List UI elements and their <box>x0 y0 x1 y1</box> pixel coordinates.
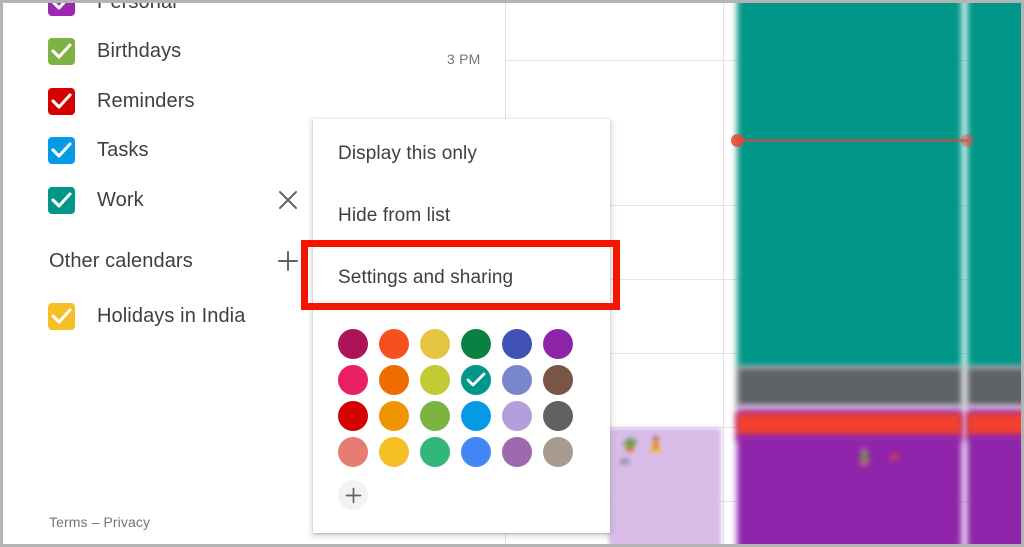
check-icon <box>51 42 72 59</box>
calendar-checkbox[interactable] <box>48 186 75 214</box>
color-swatch[interactable] <box>379 365 409 395</box>
calendar-event[interactable] <box>737 3 962 367</box>
menu-item-settings-and-sharing[interactable]: Settings and sharing <box>313 247 610 309</box>
sidebar-item-label: Holidays in India <box>97 304 246 327</box>
calendar-checkbox[interactable] <box>48 87 75 115</box>
check-icon <box>51 92 72 109</box>
color-swatch[interactable] <box>461 401 491 431</box>
calendar-event[interactable]: 🎍 🔺 <box>737 435 962 544</box>
check-icon <box>51 141 72 158</box>
color-swatch[interactable] <box>502 437 532 467</box>
sidebar-item-personal[interactable]: Personal <box>3 0 401 25</box>
sidebar-item-birthdays[interactable]: Birthdays <box>3 28 401 74</box>
menu-item-hide-from-list[interactable]: Hide from list <box>313 185 610 247</box>
footer-links[interactable]: Terms – Privacy <box>49 514 150 530</box>
calendar-checkbox[interactable] <box>48 136 75 164</box>
calendar-checkbox[interactable] <box>48 302 75 330</box>
calendar-checkbox[interactable] <box>48 37 75 65</box>
current-time-dot <box>731 134 744 147</box>
calendar-event[interactable] <box>737 367 962 407</box>
calendar-context-menu: Display this only Hide from list Setting… <box>313 119 610 533</box>
color-swatch[interactable] <box>338 365 368 395</box>
color-swatch[interactable] <box>543 329 573 359</box>
color-swatch[interactable] <box>420 365 450 395</box>
calendar-event[interactable] <box>737 413 962 437</box>
menu-item-label: Display this only <box>338 143 477 164</box>
color-swatch-selected[interactable] <box>461 365 491 395</box>
current-time-line <box>737 139 969 142</box>
color-swatch[interactable] <box>338 401 368 431</box>
color-palette-row <box>338 398 584 434</box>
sidebar-item-label: Personal <box>97 0 177 13</box>
sidebar-item-label: Reminders <box>97 89 195 112</box>
color-swatch[interactable] <box>543 401 573 431</box>
calendar-event[interactable] <box>967 435 1021 544</box>
section-title: Other calendars <box>49 249 193 272</box>
color-swatch[interactable] <box>502 329 532 359</box>
color-swatch[interactable] <box>461 437 491 467</box>
color-swatch[interactable] <box>379 437 409 467</box>
plus-icon <box>345 487 361 503</box>
color-swatch[interactable] <box>461 329 491 359</box>
sidebar-item-label: Work <box>97 188 144 211</box>
color-swatch[interactable] <box>338 329 368 359</box>
color-swatch[interactable] <box>420 437 450 467</box>
menu-item-label: Settings and sharing <box>338 267 514 288</box>
color-swatch[interactable] <box>420 401 450 431</box>
color-swatch[interactable] <box>502 365 532 395</box>
sidebar-item-label: Tasks <box>97 138 149 161</box>
check-icon <box>51 307 72 324</box>
calendar-event[interactable] <box>967 3 1021 367</box>
color-swatch[interactable] <box>379 329 409 359</box>
color-palette-row <box>338 326 584 362</box>
add-custom-color-button[interactable] <box>338 480 368 510</box>
check-icon <box>466 372 486 387</box>
color-swatch[interactable] <box>543 437 573 467</box>
calendar-event[interactable]: 🪴 🧘 m <box>609 428 721 544</box>
current-time-dot <box>961 134 974 147</box>
calendar-checkbox[interactable] <box>48 3 75 16</box>
color-swatch[interactable] <box>379 401 409 431</box>
plus-icon[interactable] <box>275 248 301 274</box>
calendar-event-label: m <box>620 456 630 468</box>
menu-item-display-this-only[interactable]: Display this only <box>313 123 610 185</box>
color-swatch[interactable] <box>420 329 450 359</box>
color-palette-row <box>338 362 584 398</box>
color-swatch[interactable] <box>338 437 368 467</box>
calendar-event[interactable] <box>967 367 1021 407</box>
color-palette <box>338 326 584 510</box>
check-icon <box>51 191 72 208</box>
sidebar-item-label: Birthdays <box>97 39 182 62</box>
color-swatch[interactable] <box>543 365 573 395</box>
color-swatch[interactable] <box>502 401 532 431</box>
grid-day-divider <box>723 3 724 544</box>
close-icon[interactable] <box>275 187 301 213</box>
check-icon <box>52 3 66 10</box>
time-label-3pm: 3 PM <box>447 51 481 67</box>
color-palette-row <box>338 434 584 470</box>
menu-item-label: Hide from list <box>338 205 451 226</box>
screenshot-root: 3 PM 🎍 🔺 🪴 🧘 m Personal Birthdays Remind… <box>0 0 1024 547</box>
sidebar-item-reminders[interactable]: Reminders <box>3 78 401 124</box>
calendar-event[interactable] <box>967 413 1021 437</box>
